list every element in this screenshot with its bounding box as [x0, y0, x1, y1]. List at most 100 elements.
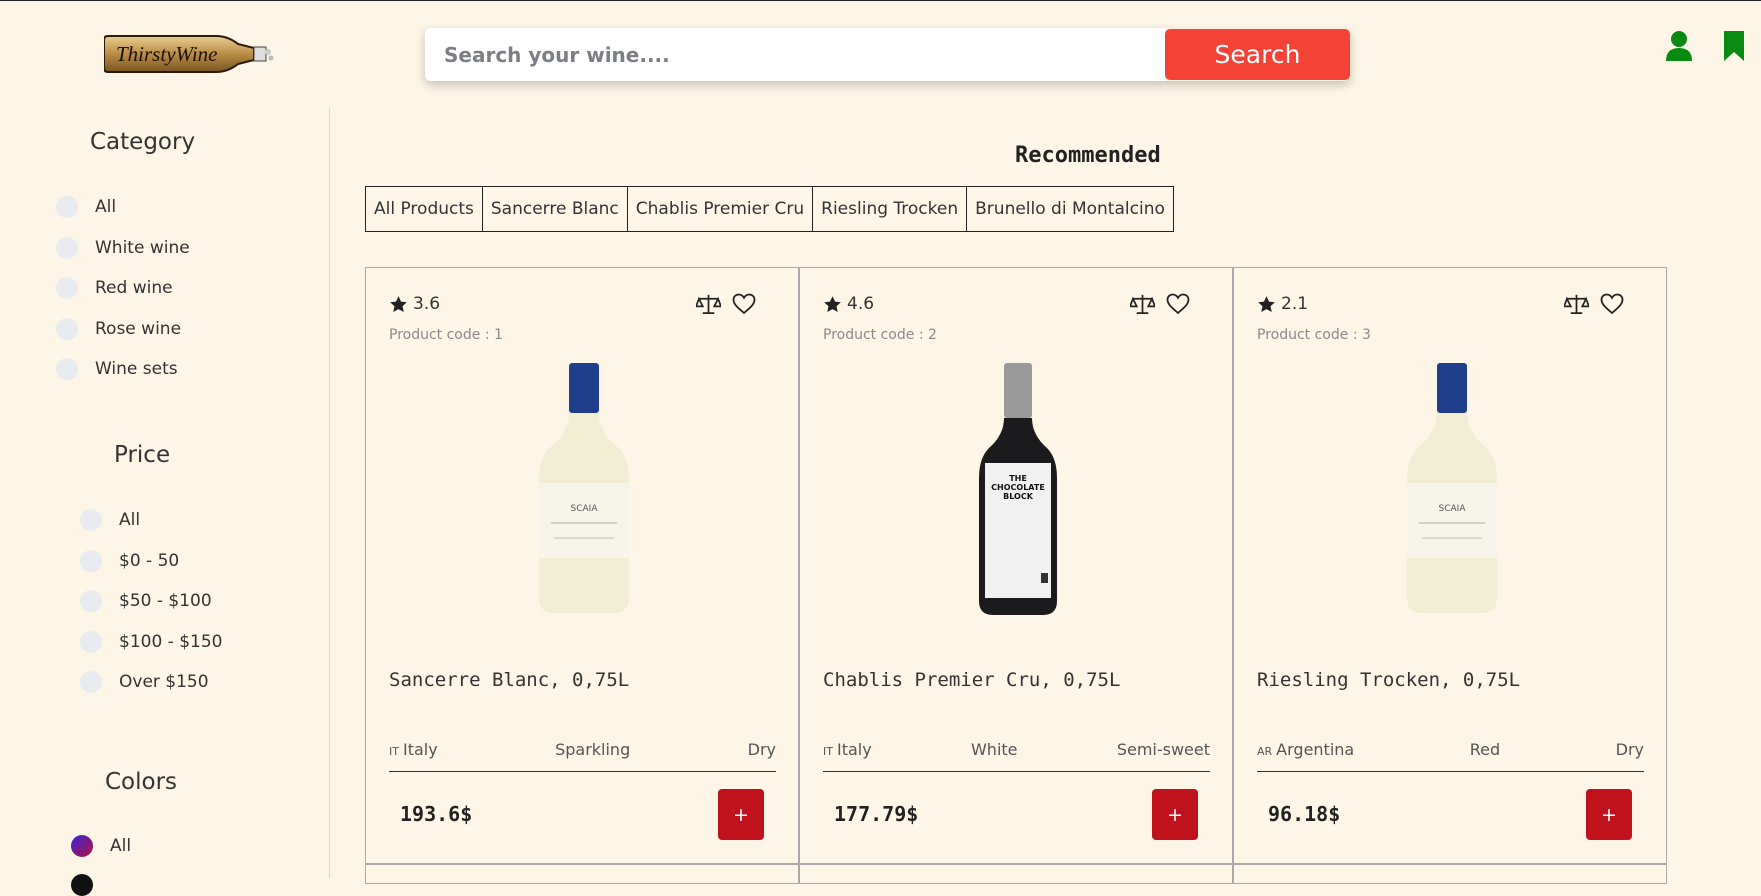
category-option-label: White wine — [95, 238, 190, 258]
heart-icon[interactable] — [1600, 293, 1624, 315]
wine-bottle-image: THE CHOCOLATE BLOCK — [979, 363, 1057, 615]
category-radio-red-wine[interactable] — [56, 277, 78, 299]
country-name: Italy — [836, 740, 872, 759]
price-option-0-50[interactable]: $0 - 50 — [80, 550, 179, 572]
price-option-label: $50 - $100 — [119, 591, 212, 611]
rating-value: 2.1 — [1281, 294, 1309, 314]
category-radio-all[interactable] — [56, 196, 78, 218]
compare-scale-icon[interactable] — [696, 293, 721, 316]
price-radio-100-150[interactable] — [80, 631, 102, 653]
product-name[interactable]: Riesling Trocken, 0,75L — [1257, 669, 1520, 691]
svg-text:SCAIA: SCAIA — [571, 504, 599, 514]
product-meta: AR Argentina Red Dry — [1257, 740, 1644, 772]
product-name[interactable]: Chablis Premier Cru, 0,75L — [823, 669, 1120, 691]
svg-text:THE: THE — [1009, 474, 1027, 483]
product-card[interactable]: 4.6 Product code : 2 THE CHOCOLATE BLOCK… — [799, 267, 1233, 864]
heart-icon[interactable] — [732, 293, 756, 315]
top-border — [0, 0, 1761, 1]
compare-scale-icon[interactable] — [1564, 293, 1589, 316]
price-option-100-150[interactable]: $100 - $150 — [80, 631, 222, 653]
heart-icon[interactable] — [1166, 293, 1190, 315]
price-option-label: $100 - $150 — [119, 632, 223, 652]
country-code: AR — [1257, 745, 1273, 758]
compare-scale-icon[interactable] — [1130, 293, 1155, 316]
price-option-label: Over $150 — [119, 672, 209, 692]
svg-text:CHOCOLATE: CHOCOLATE — [991, 483, 1045, 492]
add-to-cart-button[interactable]: + — [1586, 789, 1632, 840]
svg-text:BLOCK: BLOCK — [1003, 492, 1034, 501]
category-option-wine-sets[interactable]: Wine sets — [56, 358, 178, 380]
category-option-white-wine[interactable]: White wine — [56, 237, 190, 259]
rating-value: 4.6 — [847, 294, 875, 314]
star-icon — [1258, 295, 1275, 312]
category-heading: Category — [90, 129, 196, 155]
logo-text: ThirstyWine — [116, 42, 218, 66]
country-code: IT — [389, 745, 399, 758]
category-radio-white-wine[interactable] — [56, 237, 78, 259]
rating: 4.6 — [823, 294, 874, 314]
product-card[interactable]: 3.6 Product code : 1 SCAIA Sancerre Blan… — [365, 267, 799, 864]
product-sweetness: Dry — [1615, 740, 1644, 759]
price-option-over-150[interactable]: Over $150 — [80, 671, 209, 693]
thirsty-wine-logo[interactable]: ThirstyWine — [103, 30, 276, 78]
star-icon — [824, 295, 841, 312]
category-option-label: Red wine — [95, 278, 173, 298]
star-icon — [390, 295, 407, 312]
rating: 2.1 — [1257, 294, 1308, 314]
product-price: 193.6$ — [400, 802, 473, 826]
tab-all-products[interactable]: All Products — [365, 186, 483, 232]
rating-value: 3.6 — [413, 294, 441, 314]
tab-sancerre-blanc[interactable]: Sancerre Blanc — [481, 186, 628, 232]
product-country: AR Argentina — [1257, 740, 1354, 759]
price-radio-50-100[interactable] — [80, 590, 102, 612]
tab-brunello-di-montalcino[interactable]: Brunello di Montalcino — [966, 186, 1174, 232]
search-button[interactable]: Search — [1165, 29, 1350, 80]
product-code: Product code : 3 — [1257, 327, 1371, 343]
category-option-rose-wine[interactable]: Rose wine — [56, 318, 181, 340]
add-to-cart-button[interactable]: + — [1152, 789, 1198, 840]
product-type: Red — [1469, 740, 1501, 759]
product-card-next-row[interactable] — [365, 864, 799, 884]
category-option-red-wine[interactable]: Red wine — [56, 277, 173, 299]
product-name[interactable]: Sancerre Blanc, 0,75L — [389, 669, 629, 691]
category-option-label: All — [95, 197, 117, 217]
bookmark-icon[interactable] — [1723, 30, 1745, 62]
price-option-50-100[interactable]: $50 - $100 — [80, 590, 212, 612]
product-country: IT Italy — [389, 740, 438, 759]
country-name: Italy — [402, 740, 438, 759]
category-radio-rose-wine[interactable] — [56, 318, 78, 340]
product-price: 177.79$ — [834, 802, 919, 826]
section-title: Recommended — [1015, 143, 1161, 168]
color-swatch-next[interactable] — [71, 874, 93, 896]
product-tabs: All Products Sancerre Blanc Chablis Prem… — [365, 186, 1174, 232]
product-country: IT Italy — [823, 740, 872, 759]
user-icon[interactable] — [1665, 30, 1693, 62]
price-radio-0-50[interactable] — [80, 550, 102, 572]
svg-text:SCAIA: SCAIA — [1439, 504, 1467, 514]
price-option-all[interactable]: All — [80, 509, 140, 531]
tab-riesling-trocken[interactable]: Riesling Trocken — [812, 186, 968, 232]
category-option-all[interactable]: All — [56, 196, 116, 218]
product-meta: IT Italy White Semi-sweet — [823, 740, 1210, 772]
sidebar-divider — [329, 108, 330, 878]
colors-heading: Colors — [105, 769, 178, 795]
search-input[interactable] — [425, 28, 1165, 81]
product-meta: IT Italy Sparkling Dry — [389, 740, 776, 772]
product-card-next-row[interactable] — [799, 864, 1233, 884]
category-radio-wine-sets[interactable] — [56, 358, 78, 380]
product-code: Product code : 2 — [823, 327, 937, 343]
color-swatch-all[interactable] — [71, 835, 93, 857]
add-to-cart-button[interactable]: + — [718, 789, 764, 840]
product-type: White — [970, 740, 1018, 759]
price-heading: Price — [114, 442, 171, 468]
tab-chablis-premier-cru[interactable]: Chablis Premier Cru — [626, 186, 814, 232]
price-option-label: $0 - 50 — [119, 551, 180, 571]
product-card[interactable]: 2.1 Product code : 3 SCAIA Riesling Troc… — [1233, 267, 1667, 864]
price-radio-all[interactable] — [80, 509, 102, 531]
color-option-all[interactable]: All — [71, 835, 131, 857]
product-card-next-row[interactable] — [1233, 864, 1667, 884]
price-radio-over-150[interactable] — [80, 671, 102, 693]
wine-bottle-image: SCAIA — [539, 363, 629, 613]
product-sweetness: Dry — [747, 740, 776, 759]
product-price: 96.18$ — [1268, 802, 1341, 826]
